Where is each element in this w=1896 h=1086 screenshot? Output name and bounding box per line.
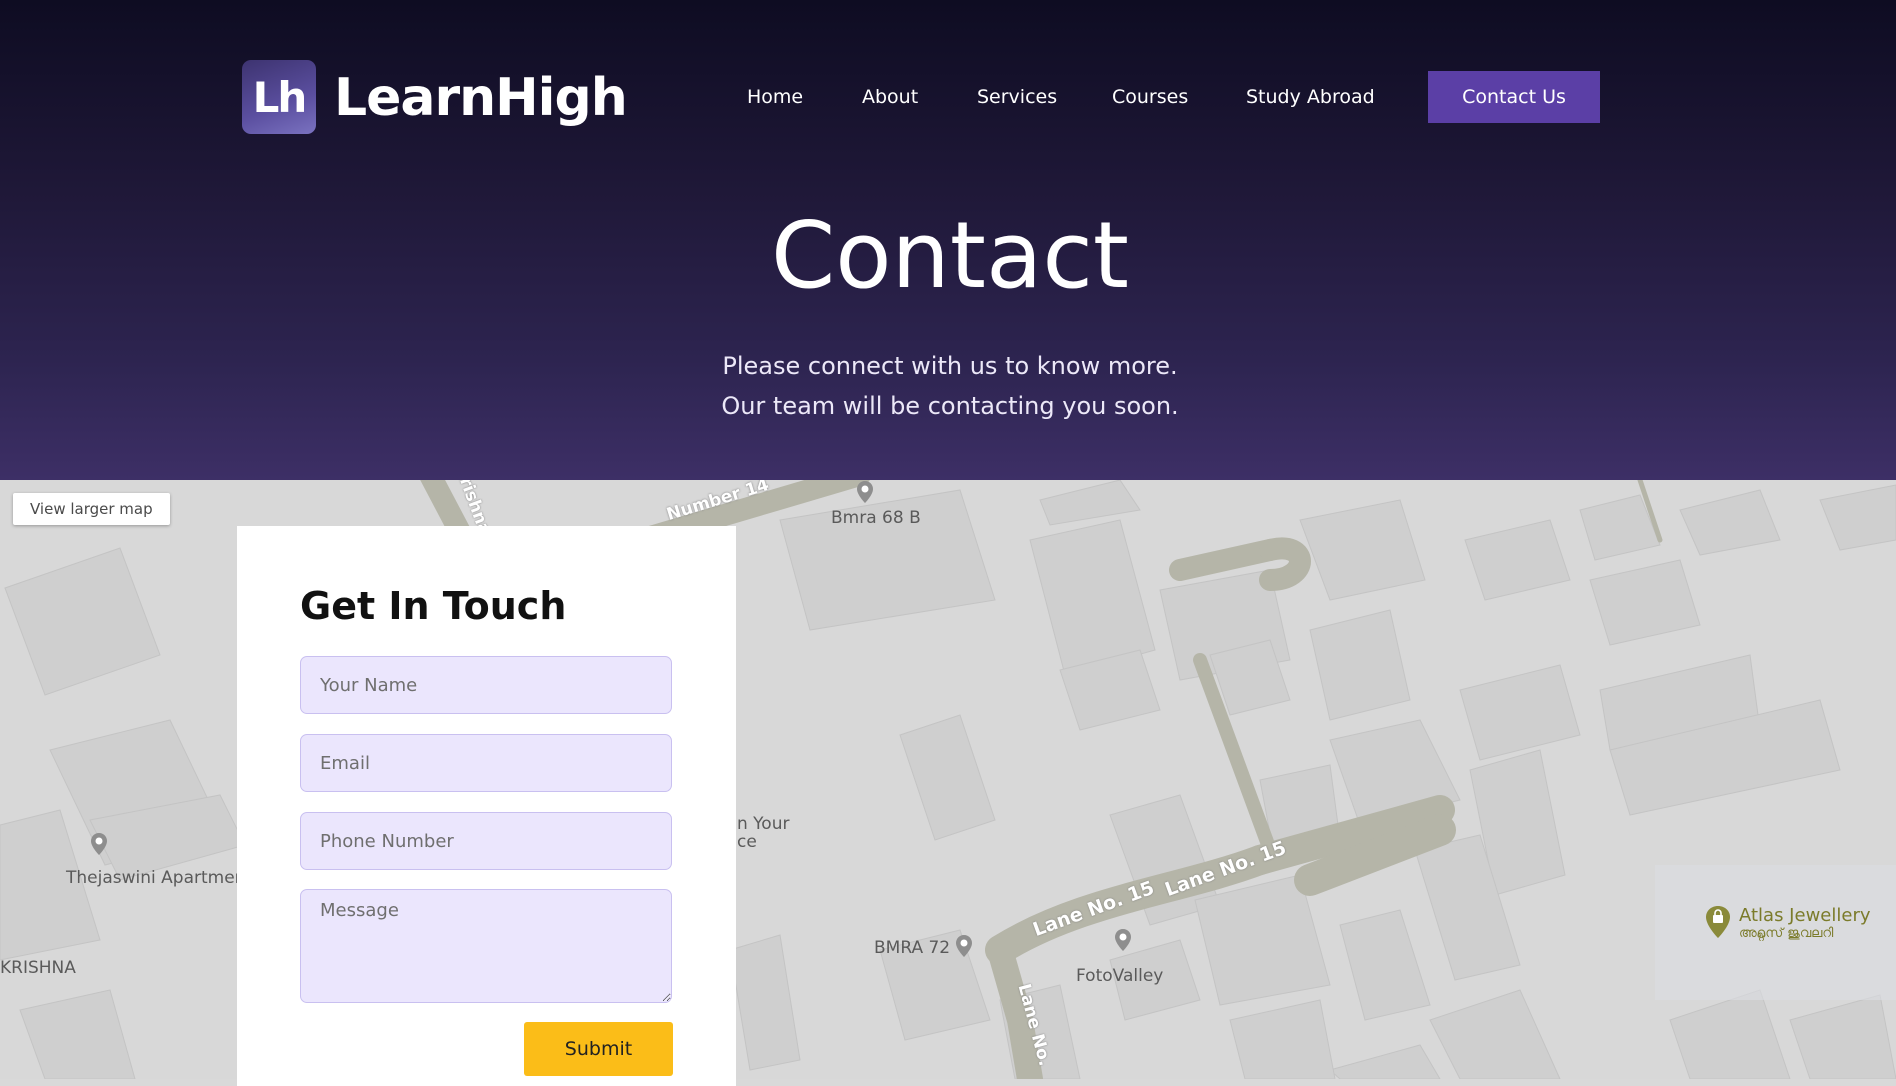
map-poi-label[interactable]: അറ്റ്ലസ് ജുവലറി [1739, 926, 1833, 941]
nav-study-abroad[interactable]: Study Abroad [1246, 85, 1375, 109]
page-title: Contact [771, 202, 1129, 309]
submit-button[interactable]: Submit [524, 1022, 673, 1076]
map-poi-label[interactable]: Atlas Jewellery [1739, 905, 1871, 926]
nav-about[interactable]: About [862, 85, 918, 109]
map-poi-label[interactable]: FotoValley [1076, 966, 1163, 986]
map-poi-label[interactable]: Thejaswini Apartment [66, 868, 252, 888]
map-poi-label[interactable]: Bmra 68 B [831, 508, 921, 528]
page-subtitle: Please connect with us to know more. Our… [0, 346, 1896, 426]
subtitle-line-1: Please connect with us to know more. [722, 352, 1178, 380]
map-area-label: KRISHNA [0, 958, 76, 978]
form-title: Get In Touch [300, 584, 567, 628]
name-field[interactable] [300, 656, 672, 714]
nav-home[interactable]: Home [747, 85, 803, 109]
map-poi-label[interactable]: n Your [737, 814, 789, 834]
map-poi-label[interactable]: ce [737, 832, 757, 852]
view-larger-map-link[interactable]: View larger map [13, 493, 170, 525]
nav-courses[interactable]: Courses [1112, 85, 1188, 109]
main-nav: Home About Services Courses Study Abroad… [0, 71, 1896, 123]
map-poi-label[interactable]: BMRA 72 [874, 938, 950, 958]
subtitle-line-2: Our team will be contacting you soon. [721, 392, 1179, 420]
message-field[interactable] [300, 889, 672, 1003]
hero-section: Lh LearnHigh Home About Services Courses… [0, 0, 1896, 480]
email-field[interactable] [300, 734, 672, 792]
phone-field[interactable] [300, 812, 672, 870]
contact-form-card: Get In Touch Submit [237, 526, 736, 1086]
contact-us-button[interactable]: Contact Us [1428, 71, 1600, 123]
nav-services[interactable]: Services [977, 85, 1057, 109]
